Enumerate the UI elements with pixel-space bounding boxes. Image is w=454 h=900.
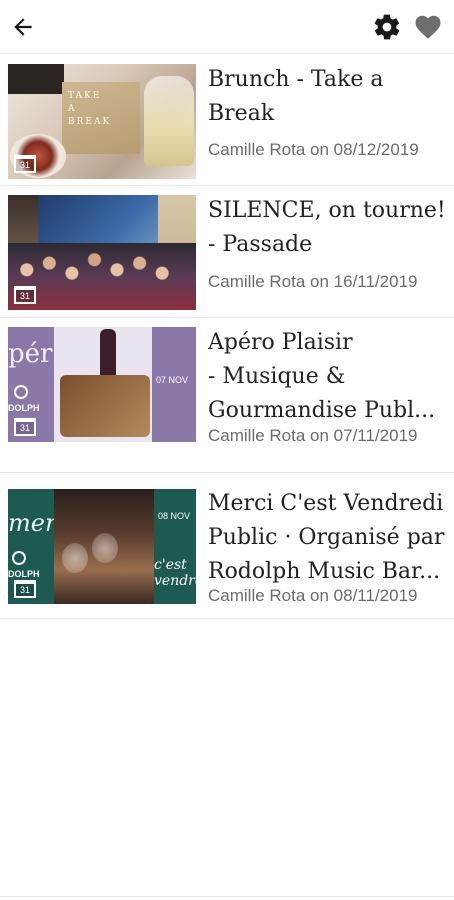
calendar-icon: 31 [14, 418, 36, 436]
event-list-screen: TAKE A BREAK 31 Brunch - Take a Break Ca… [0, 0, 454, 900]
event-meta: Camille Rota on 08/11/2019 [208, 586, 418, 605]
calendar-icon: 31 [14, 286, 36, 304]
list-item[interactable]: TAKE A BREAK 31 Brunch - Take a Break Ca… [0, 55, 454, 186]
event-list: TAKE A BREAK 31 Brunch - Take a Break Ca… [0, 55, 454, 619]
list-item[interactable]: merci 08 NOV c'est vendredi DOLPH 31 Mer… [0, 473, 454, 619]
event-meta: Camille Rota on 07/11/2019 [208, 426, 418, 445]
gear-icon [374, 14, 400, 40]
event-thumbnail: TAKE A BREAK 31 [8, 64, 196, 179]
back-button[interactable] [6, 10, 40, 44]
rodolph-logo [14, 385, 28, 399]
event-meta: Camille Rota on 08/12/2019 [208, 140, 419, 159]
event-title: Apéro Plaisir - Musique & Gourmandise Pu… [208, 330, 436, 423]
heart-icon [415, 15, 441, 39]
event-thumbnail: pér 07 NOV DOLPH 31 [8, 327, 196, 442]
list-item[interactable]: pér 07 NOV DOLPH 31 Apéro Plaisir - Musi… [0, 318, 454, 473]
calendar-icon: 31 [14, 580, 36, 598]
event-title: Brunch - Take a Break [208, 67, 384, 126]
event-title: SILENCE, on tourne! - Passade [208, 198, 446, 257]
favorites-button[interactable] [412, 11, 444, 43]
rodolph-logo [12, 551, 26, 565]
event-thumbnail: merci 08 NOV c'est vendredi DOLPH 31 [8, 489, 196, 604]
calendar-icon: 31 [14, 155, 36, 173]
bottom-divider [0, 896, 454, 897]
arrow-left-icon [14, 18, 32, 36]
event-thumbnail: 31 [8, 195, 196, 310]
take-a-break-card: TAKE A BREAK [62, 82, 140, 154]
event-meta: Camille Rota on 16/11/2019 [208, 272, 418, 291]
settings-button[interactable] [371, 11, 403, 43]
list-item[interactable]: 31 SILENCE, on tourne! - Passade Camille… [0, 186, 454, 318]
event-title: Merci C'est Vendredi Public · Organisé p… [208, 491, 445, 584]
top-app-bar [0, 0, 454, 54]
